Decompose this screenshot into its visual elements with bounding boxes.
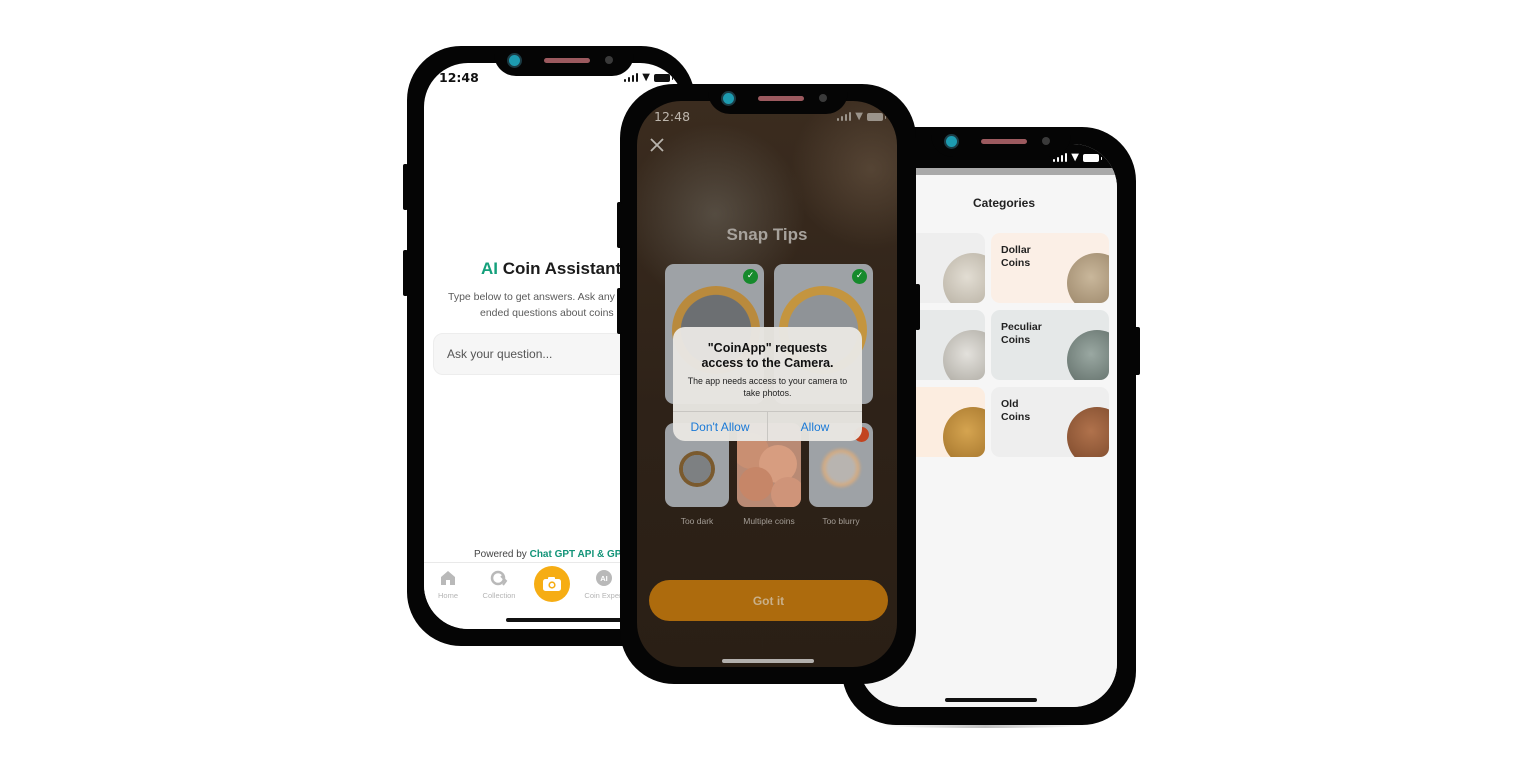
category-peculiar-coins[interactable]: Peculiar Coins — [991, 310, 1109, 380]
volume-down-button — [617, 288, 622, 334]
svg-text:AI: AI — [600, 574, 608, 583]
snap-tips-screen: 12:48 ▼ Snap Tips ✓ ✓ Too dark Multiple … — [637, 101, 897, 667]
battery-icon — [867, 113, 886, 121]
title-rest: Coin Assistant — [498, 259, 622, 278]
coin-image — [943, 407, 985, 457]
battery-icon — [654, 74, 673, 82]
title-accent: AI — [481, 259, 498, 278]
subtitle-line-1: Type below to get answers. Ask any open- — [448, 291, 645, 303]
tab-collection-label: Collection — [482, 591, 516, 600]
question-placeholder: Ask your question... — [447, 347, 553, 361]
coin-image — [679, 451, 715, 487]
collection-icon — [490, 570, 508, 586]
coin-image — [1067, 330, 1109, 380]
wifi-icon: ▼ — [642, 72, 650, 83]
alert-buttons: Don't Allow Allow — [673, 411, 862, 441]
check-icon: ✓ — [743, 269, 758, 284]
status-icons: ▼ — [836, 111, 886, 122]
signal-icon — [836, 112, 852, 121]
tab-collection[interactable]: Collection — [469, 569, 529, 600]
dont-allow-button[interactable]: Don't Allow — [673, 412, 767, 441]
battery-icon — [1083, 154, 1102, 162]
alert-message: The app needs access to your camera to t… — [687, 376, 848, 398]
coin-image — [771, 477, 801, 507]
coin-image — [1067, 253, 1109, 303]
tab-coin-expert-label: Coin Expert — [584, 591, 624, 600]
home-icon — [441, 571, 455, 585]
volume-up-button — [617, 202, 622, 248]
notch — [494, 46, 634, 76]
notch — [931, 127, 1071, 157]
category-old-coins[interactable]: Old Coins — [991, 387, 1109, 457]
coin-image — [739, 467, 773, 501]
coin-image — [1067, 407, 1109, 457]
home-indicator[interactable] — [722, 659, 814, 663]
camera-permission-alert: "CoinApp" requests access to the Camera.… — [673, 327, 862, 441]
ai-icon: AI — [596, 570, 612, 586]
coin-image — [822, 449, 860, 487]
status-time: 12:48 — [439, 70, 479, 85]
tab-home-label: Home — [437, 591, 458, 600]
status-icons: ▼ — [623, 72, 673, 83]
volume-up-button — [403, 164, 408, 210]
tip-label-multiple-coins: Multiple coins — [743, 516, 795, 526]
phone-snap-tips: 12:48 ▼ Snap Tips ✓ ✓ Too dark Multiple … — [617, 84, 920, 684]
camera-scan-button[interactable] — [534, 566, 570, 602]
power-button — [915, 284, 920, 330]
tip-label-too-blurry: Too blurry — [822, 516, 860, 526]
powered-by: Powered by Chat GPT API & GPT-4 — [474, 549, 636, 560]
tip-label-too-dark: Too dark — [680, 516, 714, 526]
status-time: 12:48 — [654, 109, 691, 124]
got-it-button[interactable]: Got it — [649, 580, 888, 621]
signal-icon — [623, 73, 639, 82]
category-label: Peculiar Coins — [1001, 321, 1042, 346]
home-indicator[interactable] — [945, 698, 1037, 702]
category-dollar-coins[interactable]: Dollar Coins — [991, 233, 1109, 303]
volume-down-button — [403, 250, 408, 296]
power-button — [1134, 327, 1140, 375]
close-icon[interactable] — [649, 137, 665, 153]
alert-title: "CoinApp" requests access to the Camera. — [701, 341, 834, 370]
check-icon: ✓ — [852, 269, 867, 284]
wifi-icon: ▼ — [855, 111, 863, 122]
allow-button[interactable]: Allow — [767, 412, 862, 441]
status-icons-overlay: ▼ — [1052, 152, 1102, 163]
category-label: Dollar Coins — [1001, 244, 1031, 269]
category-label: Old Coins — [1001, 398, 1031, 423]
snap-tips-title: Snap Tips — [726, 225, 808, 244]
home-indicator[interactable] — [506, 618, 628, 622]
coin-image — [943, 253, 985, 303]
notch — [708, 84, 848, 114]
camera-icon — [543, 577, 561, 591]
powered-prefix: Powered by — [474, 549, 530, 560]
coin-image — [943, 330, 985, 380]
wifi-icon: ▼ — [1071, 152, 1079, 163]
